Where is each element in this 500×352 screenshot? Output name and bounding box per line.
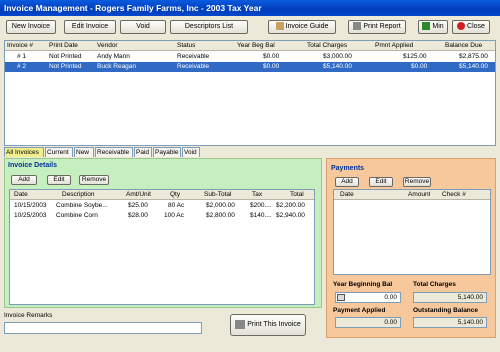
remove-detail-button[interactable]: Remove [79, 175, 109, 185]
invoice-filter-tabs: All Invoices Current New Receivable Paid… [4, 147, 496, 158]
invoice-remarks-input[interactable] [4, 322, 202, 334]
tab-payable[interactable]: Payable [153, 147, 181, 157]
close-icon [457, 22, 466, 31]
edit-payment-button[interactable]: Edit [369, 177, 393, 187]
add-payment-button[interactable]: Add [335, 177, 359, 187]
add-detail-button[interactable]: Add [11, 175, 37, 185]
print-invoice-button[interactable]: Print This Invoice [230, 314, 306, 336]
minimize-button[interactable]: Min [418, 20, 448, 34]
outstanding-balance-label: Outstanding Balance [413, 307, 479, 314]
tab-receivable[interactable]: Receivable [95, 147, 133, 157]
tab-all-invoices[interactable]: All Invoices [4, 147, 44, 157]
year-beginning-bal-label: Year Beginning Bal [333, 281, 393, 288]
tab-void[interactable]: Void [182, 147, 200, 157]
table-row-selected[interactable]: # 2 Not Printed Buck Reagan Receivable $… [5, 62, 495, 72]
invoice-remarks-label: Invoice Remarks [4, 312, 53, 319]
payments-title: Payments [331, 165, 365, 172]
col-header[interactable]: Sub-Total [204, 190, 231, 200]
col-header[interactable]: Qty [170, 190, 180, 200]
col-header[interactable]: Total Charges [307, 41, 347, 51]
invoice-grid-header: Invoice # Print Date Vendor Status Year … [5, 41, 495, 51]
col-header[interactable]: Date [340, 190, 354, 200]
table-row[interactable]: # 1 Not Printed Andy Mann Receivable $0.… [5, 52, 495, 62]
year-beginning-bal-field[interactable]: 0.00 [335, 292, 401, 303]
payments-grid-header: Date Amount Check # [334, 190, 490, 200]
table-row[interactable]: 10/25/2003 Combine Corn $28.00 100 Ac $2… [10, 211, 314, 221]
col-header[interactable]: Amount [408, 190, 430, 200]
col-header[interactable]: Pmnt Applied [375, 41, 413, 51]
close-button[interactable]: Close [452, 20, 490, 34]
edit-detail-button[interactable]: Edit [47, 175, 71, 185]
new-invoice-button[interactable]: New Invoice [6, 20, 56, 34]
col-header[interactable]: Print Date [49, 41, 78, 51]
printer-icon [353, 22, 362, 31]
tab-current[interactable]: Current [45, 147, 73, 157]
col-header[interactable]: Total [290, 190, 304, 200]
printer-icon [235, 319, 246, 329]
col-header[interactable]: Description [62, 190, 95, 200]
col-header[interactable]: Amt/Unit [126, 190, 151, 200]
guide-icon [275, 22, 284, 31]
payment-applied-label: Payment Applied [333, 307, 386, 314]
invoice-details-panel: Invoice Details Add Edit Remove Date Des… [4, 158, 322, 308]
col-header[interactable]: Date [14, 190, 28, 200]
minimize-icon [422, 22, 431, 31]
col-header[interactable]: Status [177, 41, 195, 51]
col-header[interactable]: Invoice # [7, 41, 33, 51]
invoice-details-grid[interactable]: Date Description Amt/Unit Qty Sub-Total … [9, 189, 315, 305]
invoice-grid[interactable]: Invoice # Print Date Vendor Status Year … [4, 40, 496, 146]
edit-invoice-button[interactable]: Edit Invoice [64, 20, 116, 34]
total-charges-field: 5,140.00 [413, 292, 487, 303]
col-header[interactable]: Tax [252, 190, 262, 200]
details-grid-header: Date Description Amt/Unit Qty Sub-Total … [10, 190, 314, 200]
remove-payment-button[interactable]: Remove [403, 177, 431, 187]
table-row[interactable]: 10/15/2003 Combine Soybe... $25.00 80 Ac… [10, 201, 314, 211]
col-header[interactable]: Year Beg Bal [237, 41, 275, 51]
col-header[interactable]: Check # [442, 190, 466, 200]
print-report-button[interactable]: Print Report [348, 20, 406, 34]
outstanding-balance-field: 5,140.00 [413, 317, 487, 328]
total-charges-label: Total Charges [413, 281, 456, 288]
invoice-guide-button[interactable]: Invoice Guide [268, 20, 336, 34]
window-title: Invoice Management - Rogers Family Farms… [0, 0, 500, 16]
tab-new[interactable]: New [74, 147, 94, 157]
payment-applied-field: 0.00 [335, 317, 401, 328]
tab-paid[interactable]: Paid [134, 147, 152, 157]
payments-panel: Payments Add Edit Remove Date Amount Che… [326, 158, 496, 338]
calculator-icon[interactable] [337, 294, 345, 301]
invoice-details-title: Invoice Details [8, 162, 58, 169]
void-button[interactable]: Void [120, 20, 166, 34]
descriptors-list-button[interactable]: Descriptors List [170, 20, 248, 34]
col-header[interactable]: Balance Due [445, 41, 482, 51]
col-header[interactable]: Vendor [97, 41, 118, 51]
payments-grid[interactable]: Date Amount Check # [333, 189, 491, 275]
